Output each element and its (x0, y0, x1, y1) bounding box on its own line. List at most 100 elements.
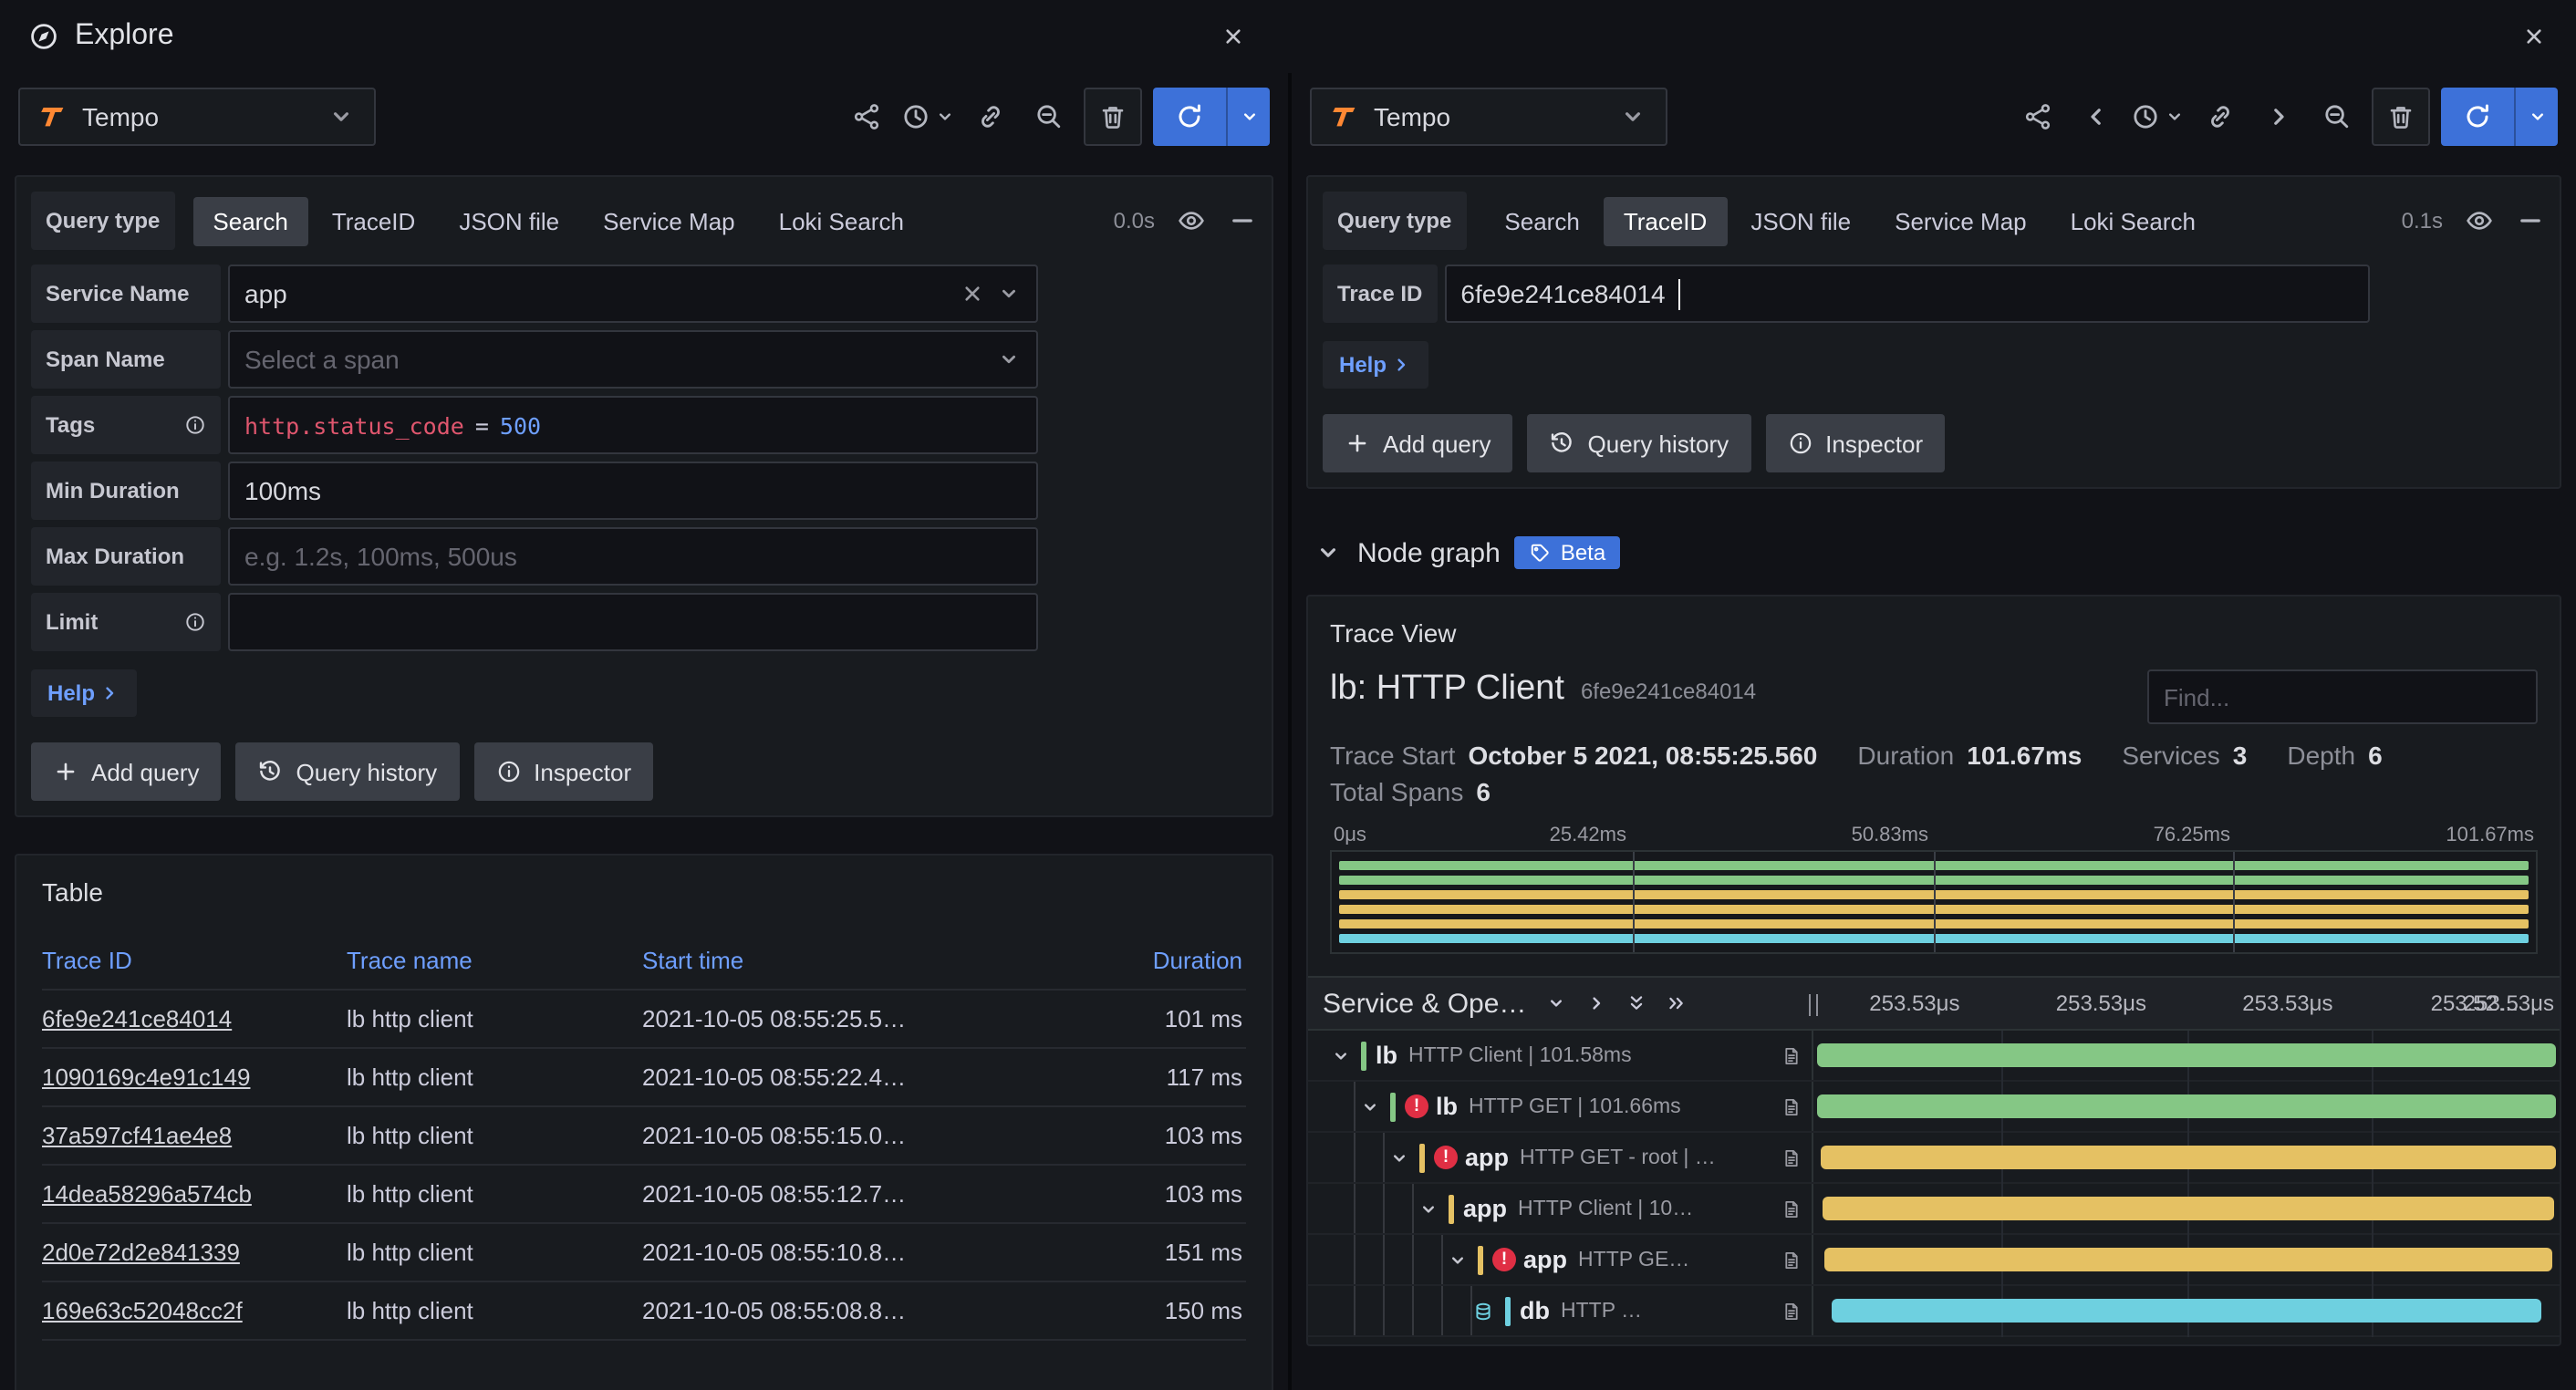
tab-search[interactable]: Search (192, 196, 308, 245)
tab-json-file[interactable]: JSON file (1730, 196, 1871, 245)
collapse-query-icon[interactable] (1228, 206, 1257, 235)
collapse-query-icon[interactable] (2516, 206, 2545, 235)
table-row-cell: 1090169c4e91c149 (42, 1049, 347, 1107)
link-split-button[interactable] (2197, 88, 2244, 143)
span-logs-icon[interactable] (1781, 1095, 1802, 1117)
node-graph-section-header[interactable]: Node graph Beta (1306, 536, 2561, 569)
help-button[interactable]: Help (31, 669, 138, 717)
minimap-band[interactable] (1330, 850, 2538, 954)
tab-traceid[interactable]: TraceID (312, 196, 436, 245)
span-row[interactable]: lb HTTP Client | 101.58ms (1308, 1031, 2560, 1082)
collapse-chevron-icon[interactable] (1330, 1044, 1352, 1066)
column-header-duration[interactable]: Duration (943, 932, 1246, 991)
run-query-dropdown[interactable] (1226, 87, 1270, 145)
span-logs-icon[interactable] (1781, 1044, 1802, 1066)
time-shift-forward-button[interactable] (2255, 88, 2302, 143)
clear-all-button[interactable] (2372, 87, 2430, 145)
limit-input[interactable] (228, 593, 1038, 651)
span-duration-bar[interactable] (1817, 1043, 2556, 1067)
column-header-trace-name[interactable]: Trace name (347, 932, 642, 991)
add-query-button[interactable]: Add query (1323, 414, 1513, 472)
span-row[interactable]: app HTTP GET - root | … (1308, 1133, 2560, 1184)
query-history-button[interactable]: Query history (1527, 414, 1751, 472)
span-logs-icon[interactable] (1781, 1146, 1802, 1168)
span-logs-icon[interactable] (1781, 1198, 1802, 1219)
tab-service-map[interactable]: Service Map (583, 196, 755, 245)
zoom-out-button[interactable] (2313, 88, 2361, 143)
service-operation-column-header[interactable]: Service & Ope… (1323, 988, 1526, 1019)
datasource-picker[interactable]: Tempo (1310, 87, 1667, 145)
clear-all-button[interactable] (1084, 87, 1142, 145)
column-header-start-time[interactable]: Start time (642, 932, 943, 991)
span-duration-bar[interactable] (1824, 1248, 2552, 1271)
span-logs-icon[interactable] (1781, 1249, 1802, 1271)
inspector-button[interactable]: Inspector (473, 742, 654, 801)
help-button[interactable]: Help (1323, 341, 1429, 389)
close-right-pane-button[interactable] (2518, 20, 2550, 53)
span-duration-bar[interactable] (1822, 1197, 2554, 1220)
span-row[interactable]: app HTTP Client | 10… (1308, 1184, 2560, 1235)
preview-eye-icon[interactable] (2465, 206, 2494, 235)
info-icon[interactable] (184, 611, 206, 633)
tab-loki-search[interactable]: Loki Search (759, 196, 924, 245)
inspector-button[interactable]: Inspector (1765, 414, 1946, 472)
span-duration-bar[interactable] (1817, 1094, 2556, 1118)
tab-traceid[interactable]: TraceID (1603, 196, 1728, 245)
trace-id-link[interactable]: 1090169c4e91c149 (42, 1063, 250, 1091)
trace-id-link[interactable]: 6fe9e241ce84014 (42, 1005, 232, 1032)
zoom-out-button[interactable] (1025, 88, 1073, 143)
expand-one-icon[interactable] (1584, 992, 1606, 1014)
tab-service-map[interactable]: Service Map (1875, 196, 2047, 245)
service-name-select[interactable]: app (228, 265, 1038, 323)
span-duration-bar[interactable] (1821, 1146, 2556, 1169)
span-row[interactable]: db HTTP … (1308, 1286, 2560, 1337)
table-row-cell: 151 ms (943, 1224, 1246, 1282)
span-name-select[interactable]: Select a span (228, 330, 1038, 389)
expand-all-icon[interactable] (1665, 992, 1687, 1014)
run-query-button[interactable] (1153, 87, 1226, 145)
find-input[interactable] (2147, 669, 2538, 724)
share-button[interactable] (2014, 88, 2062, 143)
clear-value-icon[interactable] (960, 281, 985, 306)
trace-id-input[interactable]: 6fe9e241ce84014 (1444, 265, 2370, 323)
time-picker-button[interactable] (2131, 88, 2186, 143)
add-query-button[interactable]: Add query (31, 742, 222, 801)
collapse-chevron-icon[interactable] (1418, 1198, 1439, 1219)
trace-minimap[interactable]: 0μs 25.42ms 50.83ms 76.25ms 101.67ms (1330, 825, 2538, 954)
caret-down-icon[interactable] (1544, 992, 1566, 1014)
tab-search[interactable]: Search (1484, 196, 1599, 245)
max-duration-input[interactable]: e.g. 1.2s, 100ms, 500us (228, 527, 1038, 586)
trace-id-link[interactable]: 169e63c52048cc2f (42, 1297, 243, 1324)
span-row[interactable]: app HTTP GE… (1308, 1235, 2560, 1286)
table-panel-title[interactable]: Table (42, 877, 1246, 907)
collapse-chevron-icon[interactable] (1359, 1095, 1381, 1117)
trace-id-link[interactable]: 2d0e72d2e841339 (42, 1239, 240, 1266)
tab-json-file[interactable]: JSON file (439, 196, 579, 245)
min-duration-input[interactable]: 100ms (228, 462, 1038, 520)
span-duration-bar[interactable] (1832, 1299, 2541, 1323)
chevron-down-icon[interactable] (996, 347, 1022, 372)
collapse-chevron-icon[interactable] (1447, 1249, 1469, 1271)
run-query-button[interactable] (2441, 87, 2514, 145)
query-history-button[interactable]: Query history (235, 742, 460, 801)
tags-input[interactable]: http.status_code = 500 (228, 396, 1038, 454)
share-button[interactable] (843, 88, 890, 143)
time-shift-back-button[interactable] (2072, 88, 2120, 143)
column-header-trace-id[interactable]: Trace ID (42, 932, 347, 991)
span-logs-icon[interactable] (1781, 1300, 1802, 1322)
trace-id-link[interactable]: 37a597cf41ae4e8 (42, 1122, 232, 1149)
trace-id-link[interactable]: 14dea58296a574cb (42, 1180, 252, 1208)
collapse-chevron-icon[interactable] (1388, 1146, 1410, 1168)
trace-view-panel-title[interactable]: Trace View (1330, 618, 2538, 648)
info-icon[interactable] (184, 414, 206, 436)
time-picker-button[interactable] (901, 88, 956, 143)
close-left-pane-button[interactable] (1217, 20, 1250, 53)
span-row[interactable]: lb HTTP GET | 101.66ms (1308, 1082, 2560, 1133)
run-query-dropdown[interactable] (2514, 87, 2558, 145)
link-split-button[interactable] (967, 88, 1014, 143)
datasource-picker[interactable]: Tempo (18, 87, 376, 145)
chevron-down-icon[interactable] (996, 281, 1022, 306)
preview-eye-icon[interactable] (1177, 206, 1206, 235)
collapse-all-icon[interactable] (1625, 992, 1646, 1014)
tab-loki-search[interactable]: Loki Search (2051, 196, 2216, 245)
